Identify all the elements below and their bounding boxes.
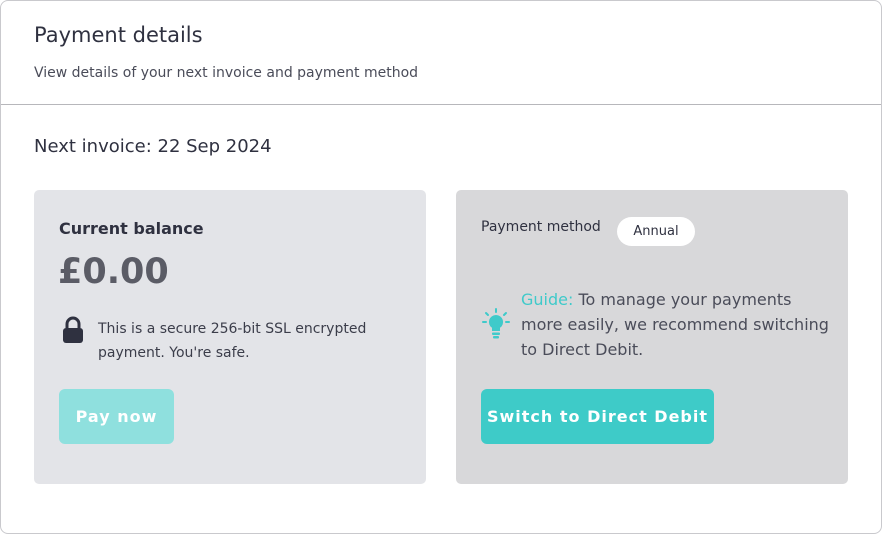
secure-payment-text: This is a secure 256-bit SSL encrypted p… (98, 321, 367, 361)
lock-icon (63, 316, 83, 343)
pay-now-button[interactable]: Pay now (59, 389, 174, 444)
payment-method-label: Payment method (481, 219, 601, 235)
billing-frequency-badge: Annual (617, 217, 695, 246)
payment-details-panel: Payment details View details of your nex… (0, 0, 882, 534)
current-balance-label: Current balance (59, 219, 204, 238)
next-invoice-label: Next invoice: 22 Sep 2024 (34, 136, 272, 157)
page-title: Payment details (34, 23, 203, 47)
panel-header: Payment details View details of your nex… (1, 1, 881, 105)
lightbulb-icon (482, 308, 510, 339)
payment-method-card: Payment method Annual Guide: To manage y… (456, 190, 848, 484)
current-balance-amount: £0.00 (58, 252, 169, 292)
direct-debit-guide: Guide: To manage your payments more easi… (521, 287, 831, 362)
page-subtitle: View details of your next invoice and pa… (34, 65, 419, 81)
switch-to-direct-debit-button[interactable]: Switch to Direct Debit (481, 389, 714, 444)
current-balance-card: Current balance £0.00 This is a secure 2… (34, 190, 426, 484)
guide-prefix: Guide: (521, 290, 574, 309)
